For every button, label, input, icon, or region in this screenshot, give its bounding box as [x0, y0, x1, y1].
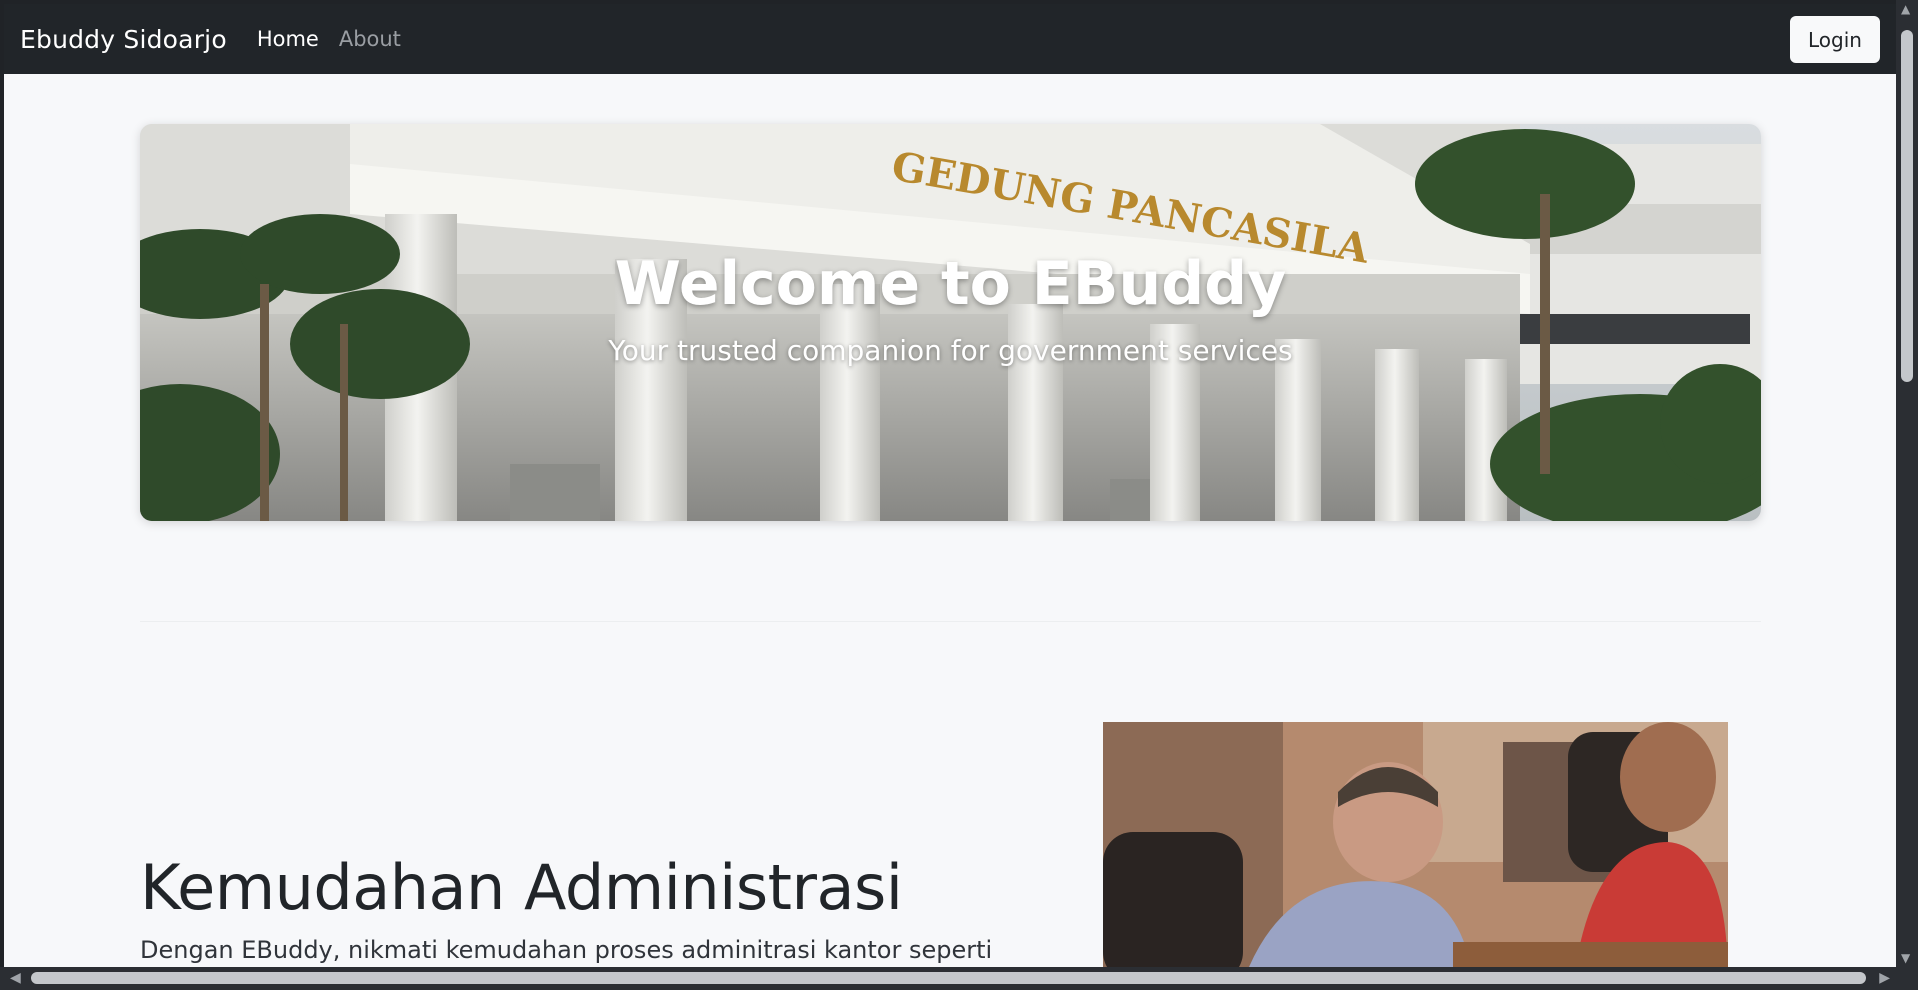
scroll-up-arrow-icon[interactable]: ▲ — [1901, 2, 1910, 16]
navbar: Ebuddy Sidoarjo Home About Login — [4, 4, 1896, 74]
people-photo-image — [1103, 722, 1728, 967]
hero-banner: GEDUNG PANCASILA Welcome to EBuddy Your … — [140, 124, 1761, 521]
hero-subtitle: Your trusted companion for government se… — [608, 334, 1293, 367]
horizontal-scroll-thumb[interactable] — [31, 972, 1866, 984]
nav-about-link[interactable]: About — [339, 27, 401, 51]
hero-title: Welcome to EBuddy — [614, 249, 1287, 319]
brand-link[interactable]: Ebuddy Sidoarjo — [20, 25, 227, 54]
feature-photo-people — [1103, 722, 1728, 967]
scroll-down-arrow-icon[interactable]: ▼ — [1901, 951, 1910, 965]
nav-home-link[interactable]: Home — [257, 27, 319, 51]
vertical-scroll-thumb[interactable] — [1901, 30, 1913, 382]
browser-window: Ebuddy Sidoarjo Home About Login GEDUNG … — [0, 0, 1918, 990]
page-content: GEDUNG PANCASILA Welcome to EBuddy Your … — [4, 74, 1896, 967]
section-divider — [140, 621, 1761, 622]
scroll-right-arrow-icon[interactable]: ▶ — [1879, 970, 1890, 986]
feature-heading: Kemudahan Administrasi — [140, 851, 903, 924]
horizontal-scrollbar[interactable]: ◀ ▶ — [0, 967, 1918, 990]
vertical-scrollbar[interactable]: ▲ ▼ — [1896, 0, 1918, 967]
scroll-left-arrow-icon[interactable]: ◀ — [10, 970, 21, 986]
hero-building-image: GEDUNG PANCASILA — [140, 124, 1761, 521]
login-button[interactable]: Login — [1790, 16, 1880, 63]
feature-text: Dengan EBuddy, nikmati kemudahan proses … — [140, 936, 993, 964]
